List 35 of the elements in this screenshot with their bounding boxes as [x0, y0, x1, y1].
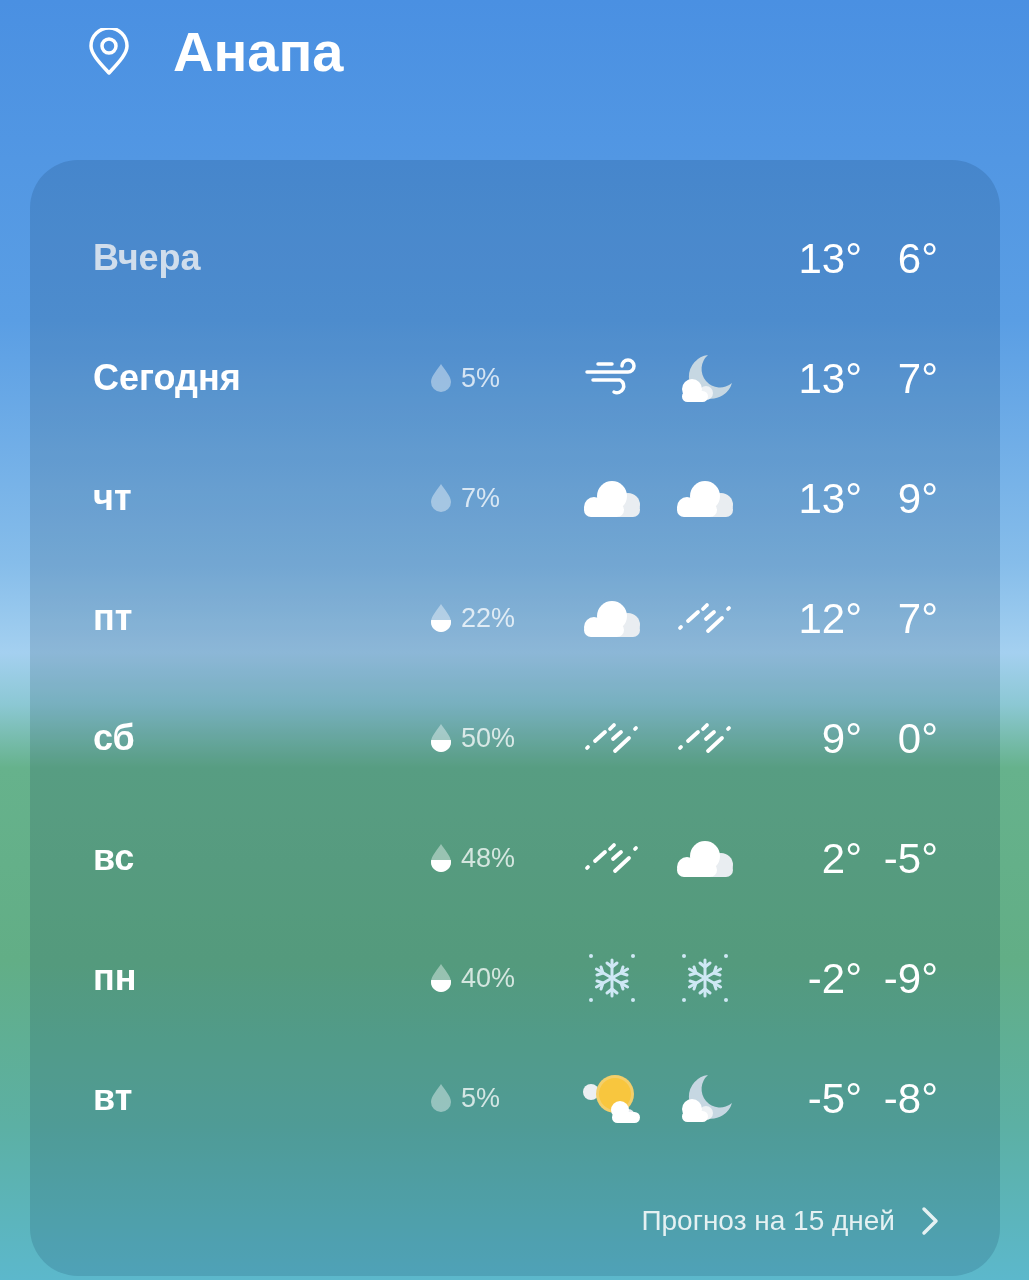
day-label: сб — [93, 717, 135, 758]
day-label: вс — [93, 837, 135, 878]
city-name: Анапа — [173, 24, 344, 80]
chevron-right-icon — [921, 1206, 939, 1236]
high-temperature: 9° — [821, 713, 862, 764]
low-temperature: -9° — [883, 953, 938, 1004]
precipitation-chance: 5% — [461, 361, 501, 395]
high-temperature: -5° — [807, 1073, 862, 1124]
precipitation-chance: 22% — [461, 601, 516, 635]
day-label: Вчера — [93, 237, 201, 278]
high-temperature: 12° — [798, 593, 862, 644]
precipitation-chance: 50% — [461, 721, 516, 755]
day-label: чт — [93, 477, 132, 518]
day-label: пт — [93, 597, 133, 638]
day-label: Сегодня — [93, 357, 241, 398]
low-temperature: -5° — [883, 833, 938, 884]
precipitation-chance: 48% — [461, 841, 516, 875]
location-pin-icon — [88, 28, 130, 76]
low-temperature: 9° — [897, 473, 938, 524]
high-temperature: 13° — [798, 473, 862, 524]
low-temperature: -8° — [883, 1073, 938, 1124]
low-temperature: 7° — [897, 353, 938, 404]
precipitation-chance: 40% — [461, 961, 516, 995]
precipitation-chance: 7% — [461, 481, 501, 515]
low-temperature: 7° — [897, 593, 938, 644]
precipitation-chance: 5% — [461, 1081, 501, 1115]
low-temperature: 6° — [897, 233, 938, 284]
low-temperature: 0° — [897, 713, 938, 764]
day-label: пн — [93, 957, 137, 998]
high-temperature: 2° — [821, 833, 862, 884]
high-temperature: -2° — [807, 953, 862, 1004]
forecast-15-days-link[interactable]: Прогноз на 15 дней — [641, 1200, 939, 1242]
high-temperature: 13° — [798, 353, 862, 404]
day-label: вт — [93, 1077, 133, 1118]
high-temperature: 13° — [798, 233, 862, 284]
